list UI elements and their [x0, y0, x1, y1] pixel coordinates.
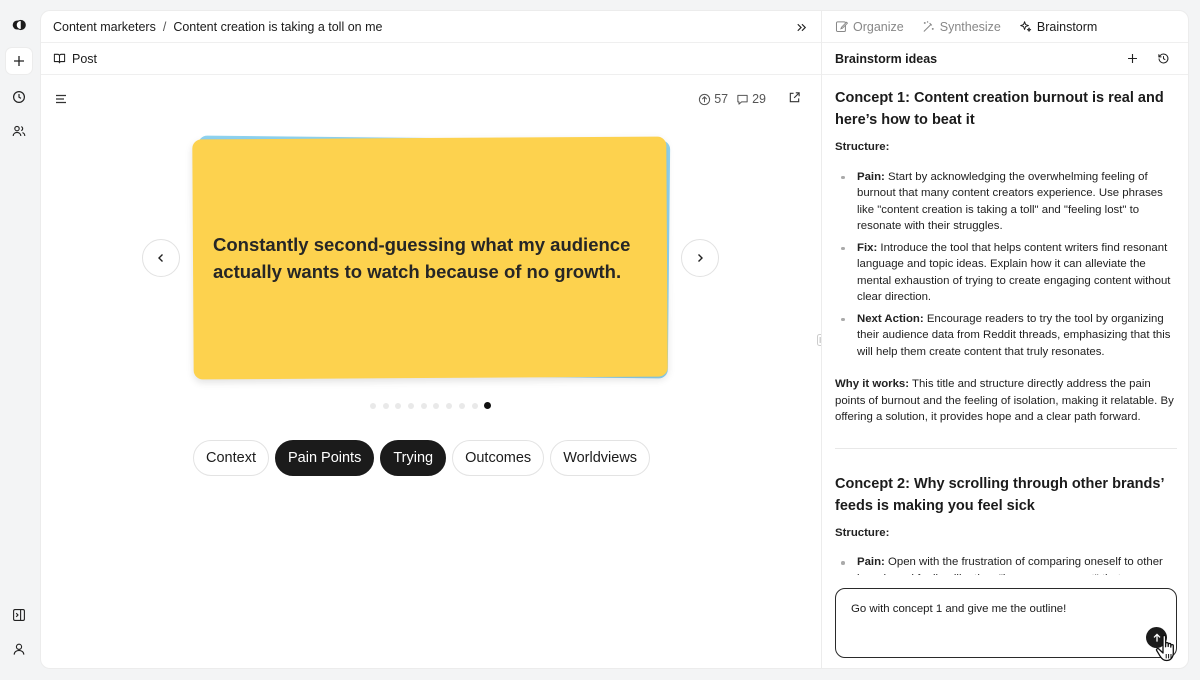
chat-input[interactable]: Go with concept 1 and give me the outlin…	[835, 588, 1177, 658]
upvote-value: 57	[714, 92, 729, 106]
breadcrumb-separator: /	[162, 19, 167, 34]
history-button[interactable]	[6, 84, 32, 110]
new-button[interactable]	[6, 48, 32, 74]
quote-card: Constantly second-guessing what my audie…	[192, 136, 668, 380]
quote-text: Constantly second-guessing what my audie…	[213, 234, 631, 282]
previous-card-button[interactable]	[142, 239, 180, 277]
breadcrumb-current: Content creation is taking a toll on me	[173, 19, 383, 34]
carousel-dot[interactable]	[395, 402, 402, 409]
concept-1-title: Concept 1: Content creation burnout is r…	[835, 90, 1164, 128]
concept-1-why: Why it works: This title and structure d…	[835, 376, 1177, 426]
point-label: Fix:	[857, 241, 878, 254]
chip-worldviews[interactable]: Worldviews	[550, 440, 651, 476]
chevron-left-icon	[158, 254, 163, 262]
carousel-dot[interactable]	[370, 402, 376, 409]
carousel-dot[interactable]	[484, 402, 492, 409]
toggle-sidebar-button[interactable]	[6, 602, 32, 628]
user-icon	[13, 643, 25, 655]
concept-1-point-fix: Fix: Introduce the tool that helps conte…	[835, 240, 1177, 306]
point-text: Start by acknowledging the overwhelming …	[857, 170, 1163, 233]
point-text: Open with the frustration of comparing o…	[857, 556, 1163, 575]
point-label: Next Action:	[857, 312, 924, 325]
side-panel: Organize Synthesize Brainstorm Brainstor…	[821, 10, 1189, 669]
brainstorm-title: Brainstorm ideas	[835, 51, 938, 66]
comment-icon	[737, 94, 748, 105]
clock-icon	[12, 90, 26, 104]
category-chips: Context Pain Points Trying Outcomes Worl…	[193, 440, 651, 476]
chat-input-value: Go with concept 1 and give me the outlin…	[851, 603, 1067, 615]
left-rail	[0, 0, 38, 680]
concept-1-structure-label: Structure:	[835, 141, 890, 153]
book-icon	[53, 53, 66, 64]
sparkle-icon	[1020, 21, 1032, 32]
account-button[interactable]	[6, 636, 32, 662]
tab-organize[interactable]: Organize	[835, 20, 904, 34]
audiences-button[interactable]	[6, 118, 32, 144]
carousel-dot[interactable]	[420, 402, 427, 409]
collapse-button[interactable]	[793, 19, 809, 35]
chip-trying[interactable]: Trying	[380, 440, 447, 476]
upvote-icon	[699, 93, 711, 105]
plus-icon	[1128, 54, 1137, 63]
post-label: Post	[72, 51, 98, 66]
post-tab[interactable]: Post	[41, 43, 821, 75]
carousel-dot[interactable]	[382, 402, 389, 409]
chevron-right-icon	[698, 254, 703, 262]
concept-2-title: Concept 2: Why scrolling through other b…	[835, 475, 1164, 514]
breadcrumb-parent[interactable]: Content marketers	[53, 20, 156, 34]
carousel-dot[interactable]	[408, 402, 415, 409]
add-idea-button[interactable]	[1126, 52, 1139, 68]
upvote-count: 57	[698, 92, 728, 106]
carousel-dot[interactable]	[471, 402, 478, 409]
history-icon	[1158, 53, 1169, 64]
chip-outcomes[interactable]: Outcomes	[452, 440, 545, 476]
chip-pain-points[interactable]: Pain Points	[274, 440, 375, 476]
point-label: Pain:	[857, 556, 885, 568]
concept-divider	[835, 447, 1177, 449]
tab-organize-label: Organize	[853, 19, 904, 34]
brainstorm-content: Concept 1: Content creation burnout is r…	[835, 85, 1177, 575]
chip-context[interactable]: Context	[193, 440, 269, 476]
carousel-dots	[370, 402, 492, 409]
tab-synthesize[interactable]: Synthesize	[922, 20, 1001, 34]
side-tabs: Organize Synthesize Brainstorm	[822, 11, 1188, 43]
post-stats: 57 29	[698, 91, 801, 107]
wand-icon	[923, 21, 934, 32]
tab-synthesize-label: Synthesize	[939, 19, 1001, 34]
comment-count: 29	[736, 92, 766, 106]
concept-1-point-pain: Pain: Start by acknowledging the overwhe…	[835, 169, 1177, 235]
why-label: Why it works:	[835, 378, 910, 390]
point-text: Introduce the tool that helps content wr…	[857, 241, 1171, 304]
menu-icon[interactable]	[54, 92, 68, 106]
sidebar-icon	[13, 609, 25, 621]
breadcrumb: Content marketers / Content creation is …	[41, 11, 821, 43]
concept-2-point-pain: Pain: Open with the frustration of compa…	[835, 554, 1177, 575]
next-card-button[interactable]	[681, 239, 719, 277]
users-icon	[12, 125, 26, 137]
plus-icon	[14, 56, 24, 66]
brainstorm-header: Brainstorm ideas	[822, 43, 1188, 75]
concept-1-point-next-action: Next Action: Encourage readers to try th…	[835, 311, 1177, 361]
chevrons-right-icon	[796, 23, 806, 31]
open-external-button[interactable]	[788, 91, 801, 107]
tab-brainstorm[interactable]: Brainstorm	[1019, 20, 1097, 34]
carousel-dot[interactable]	[446, 402, 453, 409]
carousel-dot[interactable]	[458, 402, 465, 409]
carousel-dot[interactable]	[433, 402, 440, 409]
point-label: Pain:	[857, 170, 885, 183]
logo-icon[interactable]	[6, 12, 32, 38]
main-panel: Content marketers / Content creation is …	[40, 10, 821, 669]
hand-cursor-icon	[1155, 634, 1174, 662]
external-link-icon	[789, 92, 800, 103]
comment-value: 29	[752, 92, 766, 106]
history-button[interactable]	[1157, 52, 1170, 68]
organize-icon	[835, 21, 848, 33]
tab-brainstorm-label: Brainstorm	[1036, 19, 1098, 34]
concept-2-structure-label: Structure:	[835, 526, 890, 539]
